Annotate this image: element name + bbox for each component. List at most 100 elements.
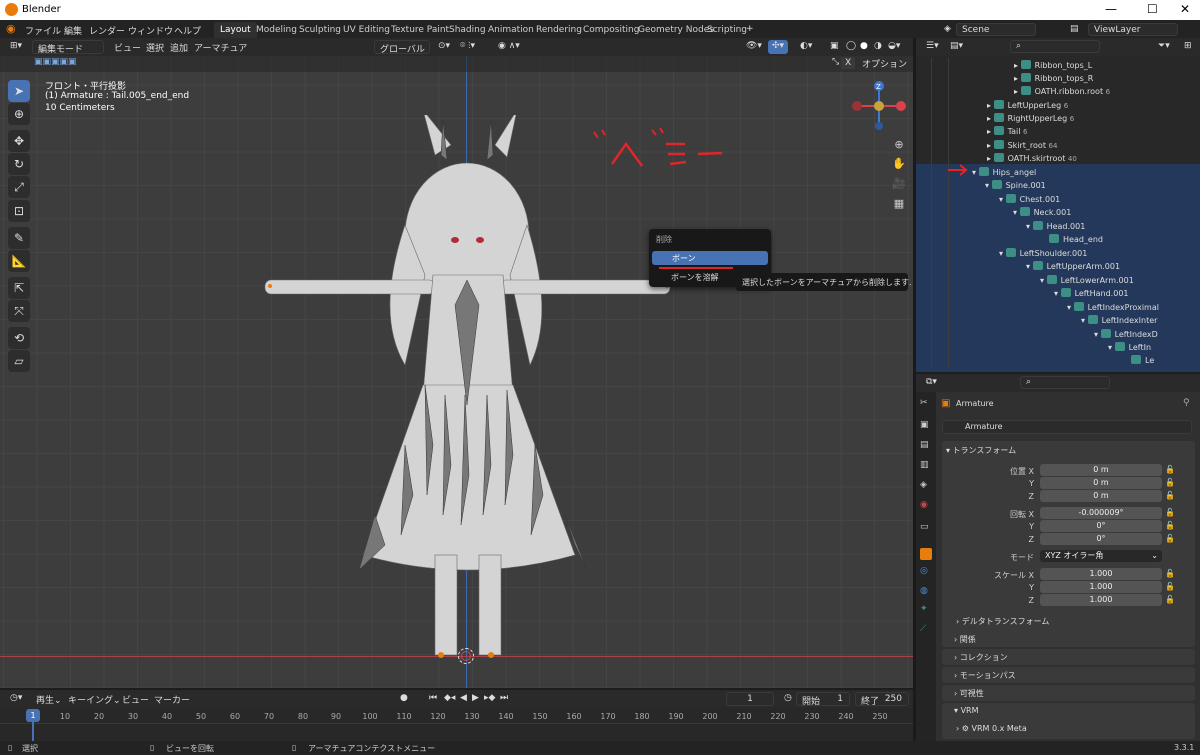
pan-hand-icon[interactable]: ✋ [890, 155, 908, 173]
navigation-gizmo[interactable]: Z [848, 78, 910, 136]
outliner-row[interactable]: ▸ Ribbon_tops_R [1014, 73, 1093, 86]
menu-render[interactable]: レンダー [89, 24, 125, 37]
outliner-row[interactable]: ▸ Ribbon_tops_L [1014, 60, 1092, 73]
blender-menu-icon[interactable]: ◉ [6, 22, 16, 35]
scale-tool-icon[interactable]: ⤢ [8, 176, 30, 198]
render-tab-icon[interactable]: ▣ [920, 420, 932, 432]
start-frame-field[interactable]: 開始 1 [796, 692, 850, 707]
rotation-x-field[interactable]: -0.000009° [1040, 507, 1162, 519]
rotation-y-field[interactable]: 0° [1040, 520, 1162, 532]
relations-panel[interactable]: › 関係 [942, 631, 1195, 647]
collections-panel[interactable]: › コレクション [942, 649, 1195, 665]
outliner-row[interactable]: ▾ LeftShoulder.001 [999, 248, 1087, 261]
outliner-row[interactable]: Le [1131, 355, 1154, 368]
visibility-icon[interactable]: 👁▾ [742, 40, 766, 54]
modifier-tab-icon[interactable]: ◎ [920, 566, 932, 578]
viewport-menu-add[interactable]: 追加 [166, 40, 192, 54]
output-tab-icon[interactable]: ▤ [920, 440, 932, 452]
scale-y-field[interactable]: 1.000 [1040, 581, 1162, 593]
bone-roll-tool-icon[interactable]: ⟲ [8, 327, 30, 349]
current-frame-field[interactable]: 1 [726, 692, 774, 706]
rotation-z-field[interactable]: 0° [1040, 533, 1162, 545]
maximize-button[interactable]: ☐ [1147, 2, 1158, 16]
new-collection-icon[interactable]: ⊞ [1180, 40, 1196, 54]
object-tab-icon[interactable] [920, 548, 932, 560]
rendered-shading-icon[interactable]: ◒▾ [884, 40, 904, 54]
playhead[interactable]: 1 [26, 709, 40, 722]
bone-size-tool-icon[interactable]: ⤧ [8, 300, 30, 322]
transform-orientation[interactable]: グローバル [374, 40, 430, 54]
annotate-tool-icon[interactable]: ✎ [8, 227, 30, 249]
outliner-row[interactable]: ▸ RightUpperLeg 6 [987, 113, 1074, 126]
outliner-row[interactable]: ▸ Tail 6 [987, 126, 1028, 139]
jump-start-icon[interactable]: ⏮ [425, 692, 441, 706]
scale-x-field[interactable]: 1.000 [1040, 568, 1162, 580]
menu-file[interactable]: ファイル [25, 24, 61, 37]
minimize-button[interactable]: — [1105, 2, 1117, 16]
tool-tab-icon[interactable]: ✂ [920, 398, 932, 410]
transform-panel-header[interactable]: ▾ トランスフォーム [946, 445, 1016, 456]
select-box-tool-icon[interactable]: ➤ [8, 80, 30, 102]
outliner-row[interactable]: ▸ Skirt_root 64 [987, 140, 1057, 153]
rotate-tool-icon[interactable]: ↻ [8, 153, 30, 175]
keyframe-record-icon[interactable]: ● [396, 692, 412, 706]
measure-tool-icon[interactable]: 📐 [8, 250, 30, 272]
jump-end-icon[interactable]: ⏭ [496, 692, 512, 706]
lock-icon[interactable]: 🔓 [1165, 508, 1175, 517]
bone-envelope-tool-icon[interactable]: ▱ [8, 350, 30, 372]
outliner-row[interactable]: ▾ LeftIndexProximal [1067, 302, 1159, 315]
motion-paths-panel[interactable]: › モーションパス [942, 667, 1195, 683]
location-y-field[interactable]: 0 m [1040, 477, 1162, 489]
delta-transform-subpanel[interactable]: › デルタトランスフォーム [956, 616, 1049, 627]
close-button[interactable]: ✕ [1180, 2, 1190, 16]
collection-tab-icon[interactable]: ▭ [920, 522, 932, 534]
cursor-tool-icon[interactable]: ⊕ [8, 103, 30, 125]
outliner-row[interactable]: ▾ Chest.001 [999, 194, 1060, 207]
lock-icon[interactable]: 🔓 [1165, 582, 1175, 591]
view-layer-selector[interactable]: ViewLayer [1088, 23, 1178, 36]
timeline-menu-marker[interactable]: マーカー [150, 692, 194, 706]
editor-type-icon[interactable]: ⊞▾ [6, 40, 26, 54]
location-z-field[interactable]: 0 m [1040, 490, 1162, 502]
character-model[interactable] [255, 115, 695, 675]
timeline-menu-view[interactable]: ビュー [118, 692, 153, 706]
properties-search-field[interactable]: ⌕ [1020, 376, 1110, 389]
scale-z-field[interactable]: 1.000 [1040, 594, 1162, 606]
extrude-tool-icon[interactable]: ⇱ [8, 277, 30, 299]
ortho-grid-icon[interactable]: ▦ [890, 195, 908, 213]
viewport-menu-select[interactable]: 選択 [142, 40, 168, 54]
properties-editor-type-icon[interactable]: ⧉▾ [922, 376, 941, 390]
dissolve-bones-item[interactable]: ボーンを溶解 [671, 272, 719, 283]
viewport-menu-armature[interactable]: アーマチュア [190, 40, 251, 54]
outliner-row[interactable]: ▾ LeftIndexD [1094, 329, 1158, 342]
outliner-row[interactable]: ▾ Neck.001 [1013, 207, 1071, 220]
lock-icon[interactable]: 🔓 [1165, 595, 1175, 604]
gizmo-toggle-icon[interactable]: ✣▾ [768, 40, 789, 54]
outliner-row[interactable]: ▸ OATH.ribbon.root 6 [1014, 86, 1110, 99]
vrm-panel[interactable]: ▾ VRM [942, 703, 1195, 739]
lock-icon[interactable]: 🔓 [1165, 465, 1175, 474]
lock-icon[interactable]: 🔓 [1165, 491, 1175, 500]
outliner-row[interactable]: ▾ LeftLowerArm.001 [1040, 275, 1134, 288]
outliner-row[interactable]: ▾ LeftIndexInter [1081, 315, 1157, 328]
lock-icon[interactable]: 🔓 [1165, 521, 1175, 530]
lock-icon[interactable]: 🔓 [1165, 534, 1175, 543]
transform-tool-icon[interactable]: ⊡ [8, 200, 30, 222]
xray-icon[interactable]: ▣ [826, 40, 843, 54]
timeline-menu-keying[interactable]: キーイング⌄ [64, 692, 125, 706]
move-tool-icon[interactable]: ✥ [8, 130, 30, 152]
armature-data-tab-icon[interactable]: ⟋ [920, 624, 932, 636]
x-mirror-toggle[interactable]: X [841, 57, 856, 69]
pin-icon[interactable]: ⚲ [1183, 398, 1190, 408]
proportional-edit-icon[interactable]: ◉ ∧▾ [494, 40, 524, 54]
visibility-panel[interactable]: › 可視性 [942, 685, 1195, 701]
select-mode-icons[interactable]: ▣▣▣▣▣ [30, 56, 81, 70]
armature-data-field[interactable]: Armature [942, 420, 1192, 434]
menu-edit[interactable]: 編集 [64, 24, 82, 37]
physics-tab-icon[interactable]: ◍ [920, 586, 932, 598]
outliner-row[interactable]: ▾ Spine.001 [985, 180, 1046, 193]
menu-help[interactable]: ヘルプ [174, 24, 201, 37]
viewport-menu-view[interactable]: ビュー [110, 40, 145, 54]
outliner-row[interactable]: ▾ Hips_angel [972, 167, 1036, 180]
view-layer-tab-icon[interactable]: ▥ [920, 460, 932, 472]
